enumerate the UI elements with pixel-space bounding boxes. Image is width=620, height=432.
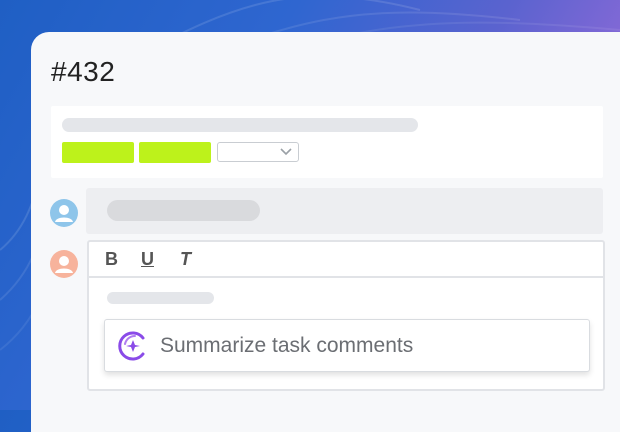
italic-button[interactable]: T <box>180 249 191 270</box>
user-icon <box>55 205 73 222</box>
comment-editor[interactable]: B U T Summarize task comments <box>87 240 605 391</box>
comment-placeholder <box>107 200 260 221</box>
suggestion-label: Summarize task comments <box>160 334 414 357</box>
ticket-title: #432 <box>51 56 116 87</box>
tag-chip[interactable] <box>139 142 211 163</box>
tag-chip[interactable] <box>62 142 134 163</box>
description-placeholder <box>62 118 418 132</box>
draft-placeholder <box>107 292 214 304</box>
user-icon <box>55 256 73 273</box>
bold-button[interactable]: B <box>105 249 118 270</box>
status-select[interactable] <box>217 142 299 162</box>
avatar <box>50 250 78 278</box>
chevron-down-icon <box>280 148 292 156</box>
task-card: #432 B U T Summarize task comments <box>31 32 620 432</box>
avatar <box>50 199 78 227</box>
comment-bubble <box>86 188 603 234</box>
task-meta-panel <box>51 106 603 178</box>
ai-sparkle-icon <box>118 331 145 361</box>
editor-toolbar: B U T <box>89 242 603 278</box>
underline-button[interactable]: U <box>141 249 154 270</box>
summarize-suggestion[interactable]: Summarize task comments <box>104 319 590 372</box>
